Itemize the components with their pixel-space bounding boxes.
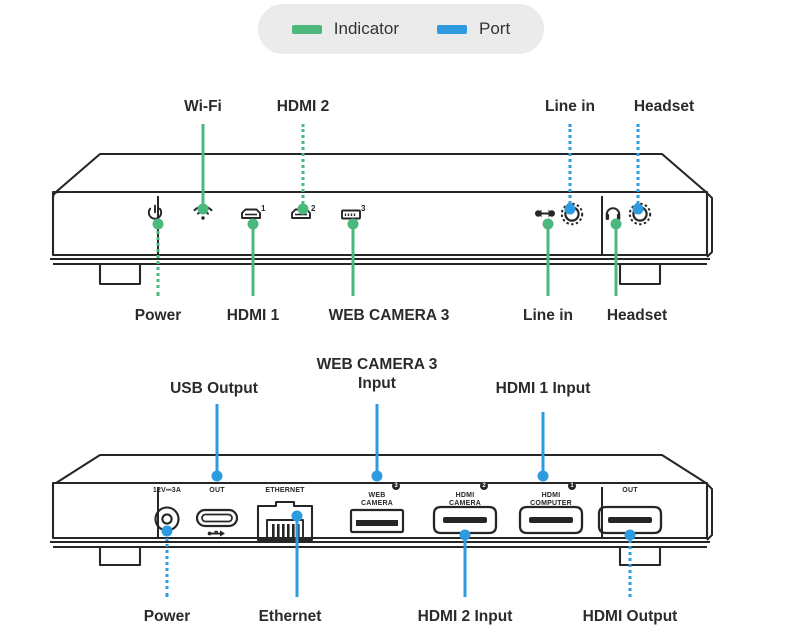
- leader-wifi: [201, 124, 205, 209]
- callout-hdmi-1: HDMI 1: [226, 307, 280, 324]
- badge-3-icon: 3: [392, 482, 400, 490]
- blue-swatch-icon: [437, 24, 467, 34]
- leader-dot-hdmi1-input: [537, 470, 549, 482]
- leader-ethernet: [295, 516, 299, 597]
- leader-dot-hdmi2: [297, 203, 309, 215]
- leader-line-in-port: [568, 124, 572, 209]
- port-label-ethernet: ETHERNET: [265, 487, 305, 494]
- callout-ethernet: Ethernet: [258, 608, 322, 625]
- svg-text:1: 1: [261, 204, 266, 213]
- leader-line-in-ind: [546, 224, 550, 296]
- port-label-usb-out: OUT: [209, 487, 225, 494]
- leader-dot-webcam-input: [371, 470, 383, 482]
- callout-hdmi-output: HDMI Output: [582, 608, 678, 625]
- leader-power-rear: [165, 531, 169, 597]
- leader-webcam3: [351, 224, 355, 296]
- port-label-web-camera-text: WEB CAMERA: [361, 492, 393, 508]
- badge-1-icon: 1: [568, 482, 576, 490]
- leader-headset-port: [636, 124, 640, 209]
- usb-c-port: [195, 508, 239, 545]
- port-label-hdmi-out: OUT: [622, 487, 638, 494]
- callout-power-front: Power: [134, 307, 182, 324]
- leader-hdmi2-input: [463, 535, 467, 597]
- ethernet-port: [256, 500, 314, 547]
- leader-hdmi-output: [628, 535, 632, 597]
- badge-2-icon: 2: [480, 482, 488, 490]
- port-label-power: 12V⎓3A: [152, 487, 182, 494]
- callout-webcam-input: WEB CAMERA 3 Input: [316, 356, 438, 393]
- callout-headset-top: Headset: [633, 98, 695, 115]
- legend-item-port: Port: [437, 19, 510, 39]
- callout-hdmi-2: HDMI 2: [276, 98, 330, 115]
- legend-label-port: Port: [479, 19, 511, 38]
- legend-label-indicator: Indicator: [333, 19, 399, 38]
- legend-item-indicator: Indicator: [291, 19, 399, 39]
- leader-webcam-input: [375, 404, 379, 476]
- callout-power-rear: Power: [143, 608, 191, 625]
- leader-power: [156, 224, 160, 296]
- leader-dot-usb-output: [211, 470, 223, 482]
- callout-wifi: Wi-Fi: [184, 98, 222, 115]
- green-swatch-icon: [291, 24, 322, 34]
- callout-hdmi1-input: HDMI 1 Input: [495, 380, 591, 397]
- callout-web-camera-3: WEB CAMERA 3: [328, 307, 450, 324]
- callout-line-in-bottom: Line in: [523, 307, 573, 324]
- leader-hdmi1-input: [541, 412, 545, 476]
- legend: Indicator Port: [258, 4, 544, 54]
- port-label-web-camera: WEB CAMERA: [361, 484, 393, 508]
- callout-headset-bottom: Headset: [606, 307, 668, 324]
- leader-dot-wifi: [197, 203, 209, 215]
- callout-usb-output: USB Output: [170, 380, 258, 397]
- leader-headset-ind: [614, 224, 618, 296]
- svg-text:3: 3: [361, 205, 366, 213]
- callout-hdmi2-input: HDMI 2 Input: [417, 608, 513, 625]
- leader-usb-output: [215, 404, 219, 476]
- leader-hdmi1: [251, 224, 255, 296]
- leader-dot-line-in-port: [564, 203, 576, 215]
- usb-a-port: [349, 508, 405, 539]
- diagram-canvas: Indicator Port 1 2 3 Wi-Fi HDMI 2 Line i…: [0, 0, 800, 641]
- hdmi-port-computer: [518, 504, 584, 541]
- svg-text:2: 2: [311, 204, 316, 213]
- leader-hdmi2: [301, 124, 305, 209]
- leader-dot-headset-port: [632, 203, 644, 215]
- callout-line-in-top: Line in: [545, 98, 595, 115]
